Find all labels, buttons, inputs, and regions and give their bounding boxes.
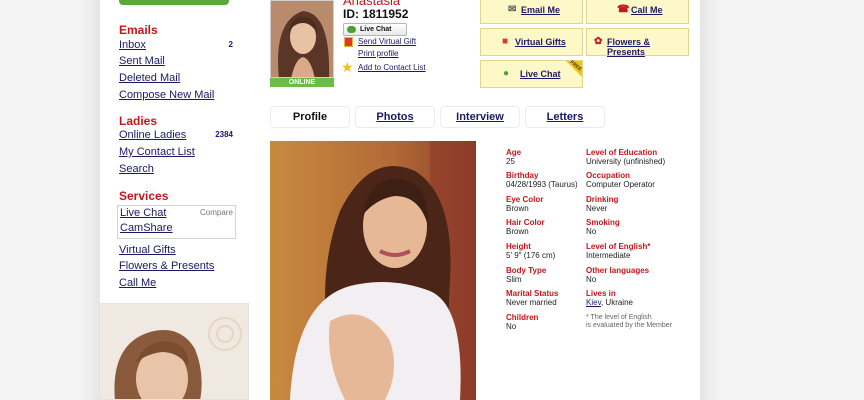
tab-interview[interactable]: Interview	[440, 106, 520, 128]
print-profile-link[interactable]: Print profile	[358, 49, 398, 58]
sidebar-featured-photo[interactable]	[99, 303, 249, 400]
flowers-presents-label: Flowers & Presents	[607, 37, 651, 57]
live-chat-button-label: Live Chat	[360, 26, 392, 33]
occupation-value: Computer Operator	[586, 180, 655, 189]
phone-icon: ☎	[617, 4, 630, 15]
children-value: No	[506, 322, 517, 331]
english-note-line2: is evaluated by the Member	[586, 322, 672, 329]
virtual-gifts-button[interactable]: ■ Virtual Gifts	[480, 28, 583, 56]
height-value: 5' 9" (176 cm)	[506, 251, 556, 260]
english-level-value: Intermediate	[586, 251, 631, 260]
occupation-label: Occupation	[586, 171, 631, 180]
drinking-value: Never	[586, 204, 608, 213]
live-chat-action-label: Live Chat	[520, 69, 561, 79]
sidebar-item-flowers[interactable]: Flowers & Presents	[119, 260, 214, 272]
marital-status-value: Never married	[506, 298, 557, 307]
add-to-contact-list-link[interactable]: Add to Contact List	[358, 63, 426, 72]
gift-icon	[344, 37, 353, 47]
sidebar-item-call-me[interactable]: Call Me	[119, 277, 156, 289]
children-label: Children	[506, 313, 539, 322]
email-me-button[interactable]: ✉ Email Me	[480, 0, 583, 24]
chat-icon: ●	[503, 68, 510, 79]
drinking-label: Drinking	[586, 195, 619, 204]
hair-color-value: Brown	[506, 227, 529, 236]
sidebar-item-live-chat[interactable]: Live Chat	[120, 207, 166, 219]
featured-lady-image	[100, 304, 248, 399]
eye-color-value: Brown	[506, 204, 529, 213]
profile-thumbnail[interactable]	[270, 0, 334, 78]
call-me-label: Call Me	[631, 5, 663, 15]
ladies-section-title: Ladies	[119, 114, 158, 128]
lives-in-label: Lives in	[586, 289, 616, 298]
english-level-label: Level of English*	[586, 242, 651, 251]
sidebar-item-deleted-mail[interactable]: Deleted Mail	[119, 72, 180, 84]
live-chat-action-button[interactable]: ● Live Chat FREE	[480, 59, 583, 88]
live-chat-button[interactable]: Live Chat	[343, 23, 407, 36]
lives-in-value: Kiev, Ukraine	[586, 298, 633, 307]
birthday-label: Birthday	[506, 171, 539, 180]
flowers-presents-button[interactable]: ✿ Flowers & Presents	[586, 28, 689, 57]
eye-color-label: Eye Color	[506, 195, 544, 204]
body-type-value: Slim	[506, 275, 522, 284]
sidebar-item-sent-mail[interactable]: Sent Mail	[119, 55, 165, 67]
main-profile-photo[interactable]	[270, 141, 476, 400]
education-value: University (unfinished)	[586, 157, 666, 166]
other-languages-value: No	[586, 275, 597, 284]
tab-profile[interactable]: Profile	[270, 106, 350, 128]
education-label: Level of Education	[586, 148, 658, 157]
smoking-label: Smoking	[586, 218, 620, 227]
sidebar-item-virtual-gifts[interactable]: Virtual Gifts	[119, 244, 176, 256]
gift-box-icon: ■	[502, 36, 509, 47]
height-label: Height	[506, 242, 531, 251]
body-type-label: Body Type	[506, 266, 547, 275]
sidebar-top-button[interactable]	[119, 0, 229, 5]
country-text: , Ukraine	[600, 298, 633, 307]
call-me-button[interactable]: ☎ Call Me	[586, 0, 689, 24]
send-virtual-gift-link[interactable]: Send Virtual Gift	[358, 37, 416, 46]
marital-status-label: Marital Status	[506, 289, 559, 298]
sidebar-item-search[interactable]: Search	[119, 163, 154, 175]
smoking-value: No	[586, 227, 597, 236]
flower-icon: ✿	[594, 36, 603, 47]
profile-thumbnail-image	[271, 1, 333, 77]
online-badge: ONLINE	[270, 78, 334, 87]
tab-letters[interactable]: Letters	[525, 106, 605, 128]
age-value: 25	[506, 157, 515, 166]
other-languages-label: Other languages	[586, 266, 650, 275]
sidebar-item-inbox[interactable]: Inbox	[119, 39, 146, 51]
sidebar-item-contact-list[interactable]: My Contact List	[119, 146, 195, 158]
hair-color-label: Hair Color	[506, 218, 545, 227]
online-ladies-count-badge: 2384	[215, 130, 233, 139]
star-icon: ★	[341, 59, 354, 75]
envelope-icon: ✉	[508, 4, 517, 15]
tab-photos[interactable]: Photos	[355, 106, 435, 128]
birthday-value: 04/28/1993 (Taurus)	[506, 180, 578, 189]
age-label: Age	[506, 148, 522, 157]
city-link[interactable]: Kiev	[586, 298, 601, 307]
inbox-count-badge: 2	[228, 40, 233, 49]
profile-id: ID: 1811952	[343, 7, 409, 21]
compare-link[interactable]: Compare	[200, 208, 233, 217]
email-me-label: Email Me	[521, 5, 561, 15]
services-section-title: Services	[119, 189, 169, 203]
emails-section-title: Emails	[119, 23, 158, 37]
sidebar-item-camshare[interactable]: CamShare	[120, 222, 173, 234]
page-shadow-left	[80, 0, 100, 400]
virtual-gifts-label: Virtual Gifts	[515, 37, 566, 47]
main-profile-image	[270, 141, 476, 400]
page-shadow-right	[700, 0, 720, 400]
sidebar-item-compose-mail[interactable]: Compose New Mail	[119, 89, 214, 101]
sidebar-item-online-ladies[interactable]: Online Ladies	[119, 129, 186, 141]
chat-bubble-icon	[347, 26, 356, 33]
